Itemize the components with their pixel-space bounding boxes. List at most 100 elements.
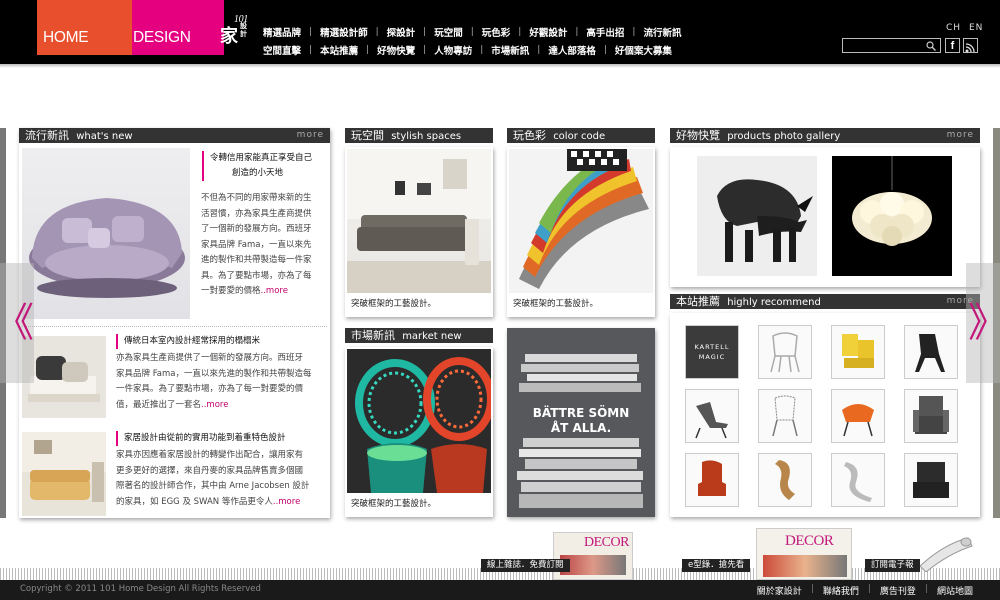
- recommend-item-armchair[interactable]: [904, 389, 958, 443]
- products-title-bar: 好物快覽 products photo gallery more: [670, 128, 980, 143]
- recommend-item-kartell[interactable]: KARTELL MAGIC: [685, 325, 739, 379]
- magazine-cover-1-title: DECOR: [584, 535, 629, 550]
- product-pendant-lamp[interactable]: [832, 156, 952, 276]
- recommend-item-wire-chair[interactable]: [758, 389, 812, 443]
- logo-home-text: HOME: [43, 29, 89, 46]
- trends-title-bar: 流行新訊 what's new more: [19, 128, 330, 143]
- ecatalog-link[interactable]: e型錄．搶先看: [682, 559, 751, 572]
- nav-item[interactable]: 好物快覽: [369, 43, 423, 57]
- recommend-item-black-chair[interactable]: [904, 325, 958, 379]
- nav-item[interactable]: 探設計: [379, 25, 424, 39]
- rss-icon[interactable]: [963, 38, 978, 53]
- nav-item[interactable]: 市場新訊: [483, 43, 537, 57]
- products-subtitle: products photo gallery: [727, 131, 841, 142]
- colors-title: 玩色彩: [513, 129, 546, 142]
- nav-item[interactable]: 好個案大募集: [607, 43, 680, 57]
- trends-title: 流行新訊: [25, 129, 69, 142]
- site-logo[interactable]: HOME DESIGN 101 家設計: [37, 0, 248, 55]
- magazine-cover-2[interactable]: DECOR: [756, 528, 852, 580]
- recommend-item-yellow-chair[interactable]: [831, 325, 885, 379]
- article-3-image[interactable]: [22, 432, 106, 516]
- article-3-line: 的家具，如 EGG 及 SWAN 等作品更令人: [116, 496, 273, 507]
- newsletter-roll-icon[interactable]: [914, 536, 974, 572]
- lang-ch[interactable]: CH: [946, 23, 961, 33]
- ikea-ad[interactable]: BÄTTRE SÖMN ÅT ALLA.: [507, 328, 655, 517]
- lang-en[interactable]: EN: [969, 23, 983, 33]
- newsletter-link[interactable]: 訂閱電子報: [865, 559, 920, 572]
- recommend-item-wood-chair[interactable]: [758, 453, 812, 507]
- kartell-badge-line1: KARTELL: [694, 343, 730, 351]
- recommend-item-chrome-chair[interactable]: [831, 453, 885, 507]
- nav-item[interactable]: 人物專訪: [426, 43, 480, 57]
- article-1-image[interactable]: [22, 148, 190, 319]
- nav-item[interactable]: 本站推薦: [312, 43, 366, 57]
- recommend-item-orange-chair[interactable]: [831, 389, 885, 443]
- logo-home-block: HOME: [37, 0, 132, 55]
- colors-caption: 突破框架的工藝設計。: [513, 299, 599, 309]
- nav-item[interactable]: 玩色彩: [474, 25, 519, 39]
- search-input[interactable]: [842, 38, 941, 53]
- nav-item[interactable]: 精選設計師: [312, 25, 376, 39]
- recommend-title-bar: 本站推薦 highly recommend more: [670, 294, 980, 309]
- footer-link-about[interactable]: 關於家設計: [748, 584, 811, 597]
- article-1-title[interactable]: 令轉信用家能真正享受自己 創造的小天地: [202, 151, 324, 181]
- slider-next-button[interactable]: 》: [966, 263, 1000, 383]
- ikea-headline-1: BÄTTRE SÖMN: [532, 406, 630, 420]
- logo-jia: 家設計: [220, 22, 250, 50]
- search-icon[interactable]: [926, 41, 936, 51]
- header-shadow: [0, 64, 1000, 68]
- magazine-cover-1[interactable]: DECOR: [553, 532, 633, 580]
- recommend-item-clear-chair[interactable]: [758, 325, 812, 379]
- market-subtitle: market new: [402, 331, 462, 342]
- product-rhino-chair[interactable]: [697, 156, 817, 276]
- nav-item[interactable]: 流行新訊: [635, 25, 689, 39]
- recommend-item-lounge-chair[interactable]: [685, 389, 739, 443]
- logo-small-text: 設計: [240, 23, 247, 38]
- nav-item[interactable]: 好觀設計: [521, 25, 575, 39]
- online-magazine-link[interactable]: 線上雜誌．免費訂閱: [481, 559, 570, 572]
- article-2-title[interactable]: 傳統日本室內設計經常採用的榻榻米: [116, 334, 326, 349]
- magazine-cover-2-title: DECOR: [785, 533, 834, 549]
- footer-links: 關於家設計 | 聯絡我們 | 廣告刊登 | 網站地圖: [748, 584, 982, 597]
- chevron-right-icon: 》: [968, 303, 1000, 343]
- article-3-more-link[interactable]: ..more: [273, 497, 300, 507]
- trends-subtitle: what's new: [76, 131, 133, 142]
- recommend-subtitle: highly recommend: [727, 297, 821, 308]
- footer-link-advertise[interactable]: 廣告刊登: [871, 584, 925, 597]
- products-more-link[interactable]: more: [947, 128, 974, 143]
- recommend-title: 本站推薦: [676, 295, 720, 308]
- slider-prev-button[interactable]: 《: [0, 263, 34, 383]
- nav-item[interactable]: 玩空間: [426, 25, 471, 39]
- nav-item[interactable]: 高手出招: [578, 25, 632, 39]
- spaces-title: 玩空間: [351, 129, 384, 142]
- recommend-item-dark-armchair[interactable]: [904, 453, 958, 507]
- footer-link-sitemap[interactable]: 網站地圖: [928, 584, 982, 597]
- trends-more-link[interactable]: more: [297, 128, 324, 143]
- article-1-title-line2: 創造的小天地: [232, 168, 284, 178]
- market-title-bar: 市場新訊 market new: [345, 328, 493, 343]
- article-2-image[interactable]: [22, 336, 106, 418]
- logo-design-text: DESIGN: [133, 29, 191, 46]
- article-1-body: 不但為不同的用家帶來新的生 活習慣，亦為家具生產商提供 了一個新的發展方向。西班…: [201, 191, 327, 300]
- article-2-body: 亦為家具生產商提供了一個新的發展方向。西班牙 家具品牌 Fama，一直以來先進的…: [116, 351, 330, 413]
- spaces-image: [347, 149, 491, 293]
- article-1-more-link[interactable]: ..more: [261, 286, 288, 296]
- nav-item[interactable]: 精選品牌: [255, 25, 309, 39]
- article-3-title[interactable]: 家居設計由從前的實用功能到着重特色設計: [116, 431, 326, 446]
- nav-item[interactable]: 達人部落格: [540, 43, 604, 57]
- article-2-more-link[interactable]: ..more: [201, 400, 228, 410]
- recommend-item-red-chair[interactable]: [685, 453, 739, 507]
- colors-card[interactable]: 突破框架的工藝設計。: [507, 147, 655, 317]
- market-title: 市場新訊: [351, 329, 395, 342]
- spaces-caption: 突破框架的工藝設計。: [351, 299, 437, 309]
- market-card[interactable]: 突破框架的工藝設計。: [345, 347, 493, 517]
- facebook-icon[interactable]: f: [945, 38, 960, 53]
- language-switch: CH EN: [946, 23, 987, 33]
- article-2-line: 亦為家具生產商提供了一個新的發展方向。西班牙: [116, 353, 304, 363]
- footer-link-contact[interactable]: 聯絡我們: [814, 584, 868, 597]
- chevron-left-icon: 《: [0, 303, 34, 343]
- nav-item[interactable]: 空間直擊: [255, 43, 309, 57]
- article-1-line: 了一個新的發展方向。西班牙: [201, 224, 312, 234]
- article-2-line: 一件家具。為了要點市場，亦為了每一對要愛的價: [116, 384, 304, 394]
- spaces-card[interactable]: 突破框架的工藝設計。: [345, 147, 493, 317]
